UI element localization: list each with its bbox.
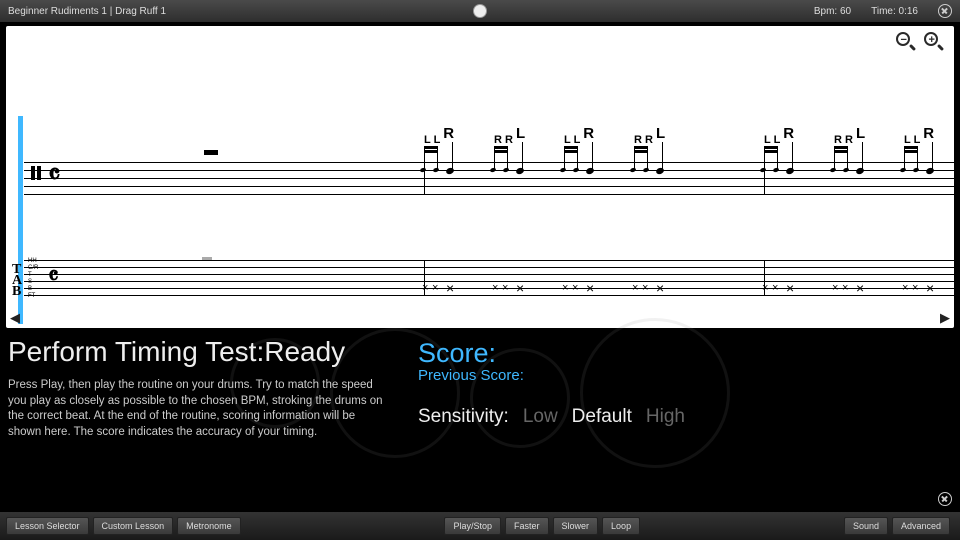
bottom-bar: Lesson Selector Custom Lesson Metronome … bbox=[0, 512, 960, 540]
tab-lane-labels: HH C/R T S B FT bbox=[28, 258, 38, 300]
scroll-left-button[interactable]: ◀ bbox=[10, 310, 20, 326]
timing-test-heading: Perform Timing Test:Ready bbox=[8, 336, 388, 368]
sound-button[interactable]: Sound bbox=[844, 517, 888, 535]
zoom-in-icon: + bbox=[929, 35, 935, 46]
zoom-out-button[interactable]: − bbox=[896, 32, 918, 54]
custom-lesson-button[interactable]: Custom Lesson bbox=[93, 517, 174, 535]
score-label: Score: bbox=[418, 338, 952, 369]
sensitivity-label: Sensitivity: bbox=[418, 406, 509, 428]
sensitivity-default[interactable]: Default bbox=[572, 406, 632, 428]
tab-letters: T A B bbox=[12, 264, 22, 297]
lesson-selector-button[interactable]: Lesson Selector bbox=[6, 517, 89, 535]
rest-icon bbox=[204, 150, 218, 155]
sensitivity-high[interactable]: High bbox=[646, 406, 685, 428]
time-readout: Time: 0:16 bbox=[871, 6, 918, 17]
advanced-button[interactable]: Advanced bbox=[892, 517, 950, 535]
close-icon[interactable] bbox=[938, 4, 952, 18]
bpm-readout: Bpm: 60 bbox=[814, 6, 851, 17]
play-stop-button[interactable]: Play/Stop bbox=[444, 517, 501, 535]
scroll-right-button[interactable]: ▶ bbox=[940, 310, 950, 326]
percussion-clef-icon bbox=[30, 166, 42, 180]
previous-score-label: Previous Score: bbox=[418, 367, 952, 384]
tab-time-signature: 𝄴 bbox=[48, 264, 59, 291]
loop-button[interactable]: Loop bbox=[602, 517, 640, 535]
notation-area: − + 𝄴 T A B HH C/R T S B FT 𝄴 ▬ L LR×××R… bbox=[6, 26, 954, 328]
info-panel: Perform Timing Test:Ready Press Play, th… bbox=[8, 336, 952, 440]
app-logo-icon bbox=[473, 4, 487, 18]
metronome-button[interactable]: Metronome bbox=[177, 517, 241, 535]
zoom-in-button[interactable]: + bbox=[924, 32, 946, 54]
zoom-out-icon: − bbox=[901, 35, 907, 46]
panel-close-icon[interactable] bbox=[938, 492, 952, 506]
timing-test-instructions: Press Play, then play the routine on you… bbox=[8, 378, 388, 440]
time-signature: 𝄴 bbox=[48, 160, 61, 192]
top-bar: Beginner Rudiments 1 | Drag Ruff 1 Bpm: … bbox=[0, 0, 960, 22]
slower-button[interactable]: Slower bbox=[553, 517, 599, 535]
faster-button[interactable]: Faster bbox=[505, 517, 549, 535]
tab-rest-marker: ▬ bbox=[202, 252, 212, 263]
lesson-title: Beginner Rudiments 1 | Drag Ruff 1 bbox=[8, 6, 166, 17]
sensitivity-low[interactable]: Low bbox=[523, 406, 558, 428]
